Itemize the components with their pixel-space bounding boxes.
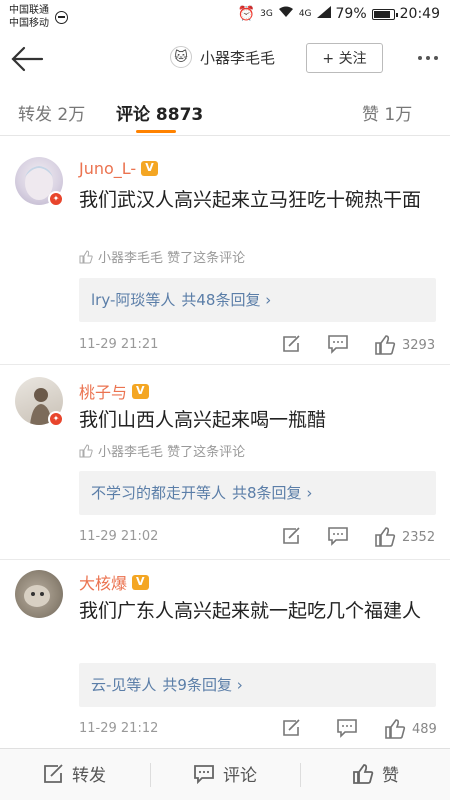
tab-comments[interactable]: 评论 8873 (116, 100, 203, 125)
wifi-icon (278, 6, 294, 22)
network-4g-label: 4G (298, 9, 312, 19)
comment-username[interactable]: 桃子与 (79, 379, 150, 403)
comment-text: 我们武汉人高兴起来立马狂吃十碗热干面 (79, 189, 422, 211)
comment-meta: 11-29 21:21 3293 (79, 334, 439, 358)
comment-text: 我们山西人高兴起来喝一瓶醋 (79, 409, 327, 431)
comment-item: ✦ 桃子与 我们山西人高兴起来喝一瓶醋 小器李毛毛 赞了这条评论 不学习的都走开… (0, 365, 450, 560)
repost-comment-icon[interactable] (281, 334, 301, 354)
thumb-up-icon (375, 335, 396, 355)
comment-time: 11-29 21:21 (79, 337, 159, 352)
divider (150, 763, 151, 787)
like-post-button[interactable]: 赞 (352, 761, 399, 786)
replies-preview[interactable]: lry-阿琰等人 共48条回复 › (79, 278, 436, 322)
author-liked-note: 小器李毛毛 赞了这条评论 (79, 247, 245, 266)
repost-button[interactable]: 转发 (42, 761, 106, 786)
author-liked-note: 小器李毛毛 赞了这条评论 (79, 441, 245, 460)
carrier-info: 中国联通 中国移动 (9, 4, 49, 30)
back-button[interactable] (10, 44, 44, 74)
verified-badge-icon: ✦ (48, 411, 64, 427)
like-label: 赞 (382, 766, 399, 786)
comment-meta: 11-29 21:12 489 (79, 718, 439, 742)
carrier-1: 中国联通 (9, 5, 49, 16)
battery-icon (371, 8, 398, 20)
battery-percent: 79% (335, 6, 367, 22)
thumb-up-icon (353, 763, 374, 784)
tab-bar: 转发 2万 评论 8873 赞 1万 (0, 92, 450, 136)
tab-likes[interactable]: 赞 1万 (362, 100, 412, 125)
author-avatar-icon: 🐱 (170, 46, 192, 68)
replies-count: 共8条回复 › (232, 484, 313, 502)
do-not-disturb-icon (55, 11, 68, 24)
page-title: 小器李毛毛 (200, 48, 276, 67)
status-bar: 中国联通 中国移动 ⏰ 3G 4G 79% 20:49 (0, 0, 450, 34)
like-count: 3293 (402, 337, 436, 353)
liked-by-text: 小器李毛毛 赞了这条评论 (98, 445, 246, 460)
vip-crown-icon (132, 383, 150, 399)
author-header[interactable]: 🐱 小器李毛毛 (170, 46, 275, 68)
comment-time: 11-29 21:12 (79, 721, 159, 736)
comment-item: 大核爆 我们广东人高兴起来就一起吃几个福建人 云-见等人共9条回复 › 11-2… (0, 560, 450, 748)
thumb-up-icon (375, 527, 396, 547)
comment-username[interactable]: Juno_L- (79, 159, 159, 178)
divider (300, 763, 301, 787)
like-count: 2352 (402, 529, 436, 545)
comment-icon (194, 764, 214, 784)
replies-preview[interactable]: 不学习的都走开等人 共8条回复 › (79, 471, 436, 515)
tab-reposts[interactable]: 转发 2万 (18, 100, 85, 125)
thumb-up-icon (385, 719, 406, 739)
reply-icon[interactable] (327, 334, 349, 354)
carrier-2: 中国移动 (9, 18, 49, 29)
comment-time: 11-29 21:02 (79, 529, 159, 544)
like-button[interactable]: 2352 (374, 526, 435, 548)
follow-button[interactable]: + 关注 (306, 43, 383, 73)
replies-count: 共9条回复 › (162, 676, 243, 694)
repost-comment-icon[interactable] (281, 718, 301, 738)
verified-badge-icon: ✦ (48, 191, 64, 207)
alarm-icon: ⏰ (237, 6, 256, 22)
title-bar: 🐱 小器李毛毛 + 关注 (0, 34, 450, 84)
comment-button[interactable]: 评论 (193, 761, 257, 786)
network-3g-label: 3G (260, 9, 273, 19)
like-count: 489 (412, 721, 437, 737)
clock: 20:49 (399, 6, 440, 22)
like-button[interactable]: 3293 (374, 334, 435, 356)
username-text: Juno_L- (79, 159, 137, 178)
signal-icon (316, 6, 331, 22)
reply-icon[interactable] (327, 526, 349, 546)
replies-users: lry-阿琰等人 (91, 291, 176, 309)
comment-meta: 11-29 21:02 2352 (79, 526, 439, 550)
replies-count: 共48条回复 › (181, 291, 272, 309)
more-options-icon[interactable] (418, 56, 438, 60)
thumb-up-icon (79, 249, 93, 263)
comment-text: 我们广东人高兴起来就一起吃几个福建人 (79, 600, 422, 622)
replies-preview[interactable]: 云-见等人 共9条回复 › (79, 663, 436, 707)
comment-label: 评论 (223, 766, 257, 786)
reply-icon[interactable] (336, 718, 358, 738)
bottom-action-bar: 转发 评论 赞 (0, 748, 450, 800)
active-tab-indicator (136, 130, 176, 133)
replies-users: 云-见等人 (91, 676, 157, 694)
like-button[interactable]: 489 (384, 718, 437, 740)
vip-crown-icon (141, 161, 159, 176)
comment-username[interactable]: 大核爆 (79, 570, 150, 594)
repost-comment-icon[interactable] (281, 526, 301, 546)
back-arrow-icon (11, 46, 44, 72)
username-text: 桃子与 (79, 383, 128, 402)
replies-users: 不学习的都走开等人 (91, 484, 227, 502)
thumb-up-icon (79, 443, 93, 457)
vip-crown-icon (132, 574, 150, 590)
username-text: 大核爆 (79, 574, 128, 593)
liked-by-text: 小器李毛毛 赞了这条评论 (98, 251, 246, 266)
comment-item: ✦ Juno_L- 我们武汉人高兴起来立马狂吃十碗热干面 小器李毛毛 赞了这条评… (0, 145, 450, 365)
repost-icon (44, 763, 63, 783)
repost-label: 转发 (72, 766, 106, 786)
avatar[interactable] (15, 570, 63, 618)
